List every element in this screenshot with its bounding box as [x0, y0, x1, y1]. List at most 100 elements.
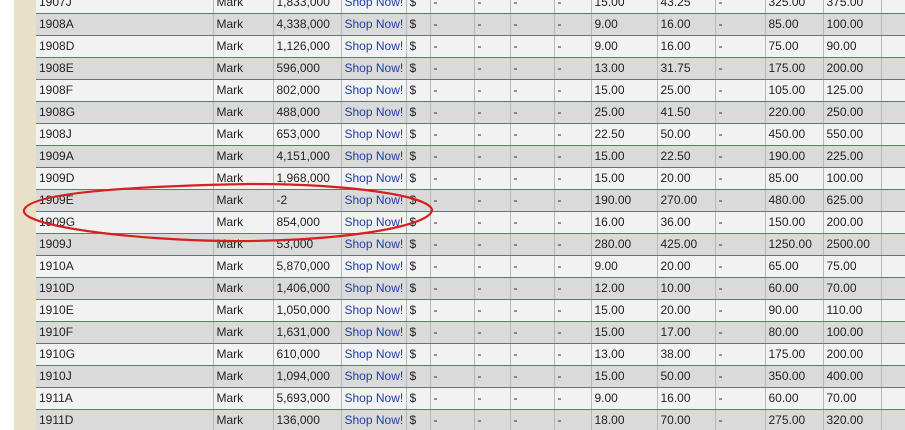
price-cell: 225.00 [823, 145, 882, 168]
table-body: 1907J Mark 1,833,000 Shop Now! $ - - - -15.00 43.… [36, 0, 905, 430]
price-cell: 190.00 [591, 189, 658, 212]
currency-cell: $ [406, 35, 431, 58]
price-cell [881, 233, 905, 256]
shop-now-link[interactable]: Shop Now! [341, 387, 407, 410]
date-cell: 1910F [36, 321, 214, 344]
shop-now-link[interactable]: Shop Now! [341, 0, 407, 14]
currency-cell: $ [406, 79, 431, 102]
grade-cell: - [474, 0, 511, 14]
shop-now-link[interactable]: Shop Now! [341, 167, 407, 190]
date-cell: 1908E [36, 57, 214, 80]
grade-cell: - [510, 321, 555, 344]
shop-now-link[interactable]: Shop Now! [341, 211, 407, 234]
price-cell [881, 277, 905, 300]
price-cell: 220.00 [765, 101, 824, 124]
table-row: 1910E Mark 1,050,000 Shop Now! $ - - - -15.00 20.… [36, 299, 905, 322]
price-cell: 70.00 [823, 387, 882, 410]
table-row: 1908D Mark 1,126,000 Shop Now! $ - - - -9.00 16.0… [36, 35, 905, 58]
price-cell [881, 365, 905, 388]
mintage-price-table: 1907J Mark 1,833,000 Shop Now! $ - - - -15.00 43.… [36, 0, 905, 430]
grade-cell: - [554, 79, 592, 102]
grade-cell: - [554, 211, 592, 234]
type-cell: Mark [213, 145, 274, 168]
grade-cell: - [474, 35, 511, 58]
shop-now-link[interactable]: Shop Now! [341, 299, 407, 322]
table-row: 1909G Mark 854,000 Shop Now! $ - - - -16.00 36.00… [36, 211, 905, 234]
price-cell [881, 35, 905, 58]
price-cell: 85.00 [765, 13, 824, 36]
price-cell: 480.00 [765, 189, 824, 212]
grade-cell: - [430, 299, 475, 322]
table-row: 1907J Mark 1,833,000 Shop Now! $ - - - -15.00 43.… [36, 0, 905, 14]
price-cell [881, 79, 905, 102]
mintage-cell: -2 [273, 189, 342, 212]
mintage-cell: 653,000 [273, 123, 342, 146]
price-cell: 16.00 [657, 35, 716, 58]
price-cell: 20.00 [657, 255, 716, 278]
shop-now-link[interactable]: Shop Now! [341, 409, 407, 430]
price-cell: 20.00 [657, 167, 716, 190]
grade-cell: - [554, 233, 592, 256]
price-cell: 270.00 [657, 189, 716, 212]
grade-cell: - [430, 13, 475, 36]
grade-cell: - [474, 167, 511, 190]
grade-cell: - [554, 277, 592, 300]
date-cell: 1910J [36, 365, 214, 388]
mintage-cell: 1,631,000 [273, 321, 342, 344]
grade-cell: - [430, 211, 475, 234]
currency-cell: $ [406, 0, 431, 14]
price-cell: 15.00 [591, 79, 658, 102]
shop-now-link[interactable]: Shop Now! [341, 255, 407, 278]
grade-cell: - [430, 35, 475, 58]
grade-cell: - [510, 79, 555, 102]
table-row: 1910F Mark 1,631,000 Shop Now! $ - - - -15.00 17.… [36, 321, 905, 344]
date-cell: 1910G [36, 343, 214, 366]
price-cell: 110.00 [823, 299, 882, 322]
table-row: 1908F Mark 802,000 Shop Now! $ - - - -15.00 25.00… [36, 79, 905, 102]
shop-now-link[interactable]: Shop Now! [341, 189, 407, 212]
price-cell: 60.00 [765, 277, 824, 300]
type-cell: Mark [213, 343, 274, 366]
grade-cell: - [430, 277, 475, 300]
price-cell: 16.00 [591, 211, 658, 234]
price-cell: 200.00 [823, 57, 882, 80]
grade-cell: - [474, 409, 511, 430]
price-cell: 200.00 [823, 343, 882, 366]
date-cell: 1909E [36, 189, 214, 212]
shop-now-link[interactable]: Shop Now! [341, 13, 407, 36]
shop-now-link[interactable]: Shop Now! [341, 233, 407, 256]
shop-now-link[interactable]: Shop Now! [341, 365, 407, 388]
shop-now-link[interactable]: Shop Now! [341, 57, 407, 80]
type-cell: Mark [213, 79, 274, 102]
shop-now-link[interactable]: Shop Now! [341, 123, 407, 146]
mintage-cell: 5,693,000 [273, 387, 342, 410]
mintage-cell: 610,000 [273, 343, 342, 366]
date-cell: 1910A [36, 255, 214, 278]
currency-cell: $ [406, 189, 431, 212]
grade-cell: - [554, 123, 592, 146]
shop-now-link[interactable]: Shop Now! [341, 145, 407, 168]
date-cell: 1910D [36, 277, 214, 300]
shop-now-link[interactable]: Shop Now! [341, 321, 407, 344]
grade-cell: - [474, 145, 511, 168]
price-cell: 280.00 [591, 233, 658, 256]
table-row: 1908E Mark 596,000 Shop Now! $ - - - -13.00 31.75… [36, 57, 905, 80]
grade-cell: - [474, 343, 511, 366]
grade-cell: - [430, 123, 475, 146]
type-cell: Mark [213, 189, 274, 212]
grade-cell: - [554, 0, 592, 14]
price-cell: 200.00 [823, 211, 882, 234]
shop-now-link[interactable]: Shop Now! [341, 101, 407, 124]
price-cell: 50.00 [657, 365, 716, 388]
price-cell: 13.00 [591, 343, 658, 366]
shop-now-link[interactable]: Shop Now! [341, 343, 407, 366]
price-cell [881, 255, 905, 278]
type-cell: Mark [213, 299, 274, 322]
currency-cell: $ [406, 233, 431, 256]
price-cell: 9.00 [591, 255, 658, 278]
shop-now-link[interactable]: Shop Now! [341, 79, 407, 102]
shop-now-link[interactable]: Shop Now! [341, 277, 407, 300]
price-cell: - [715, 409, 766, 430]
price-cell: 25.00 [591, 101, 658, 124]
shop-now-link[interactable]: Shop Now! [341, 35, 407, 58]
